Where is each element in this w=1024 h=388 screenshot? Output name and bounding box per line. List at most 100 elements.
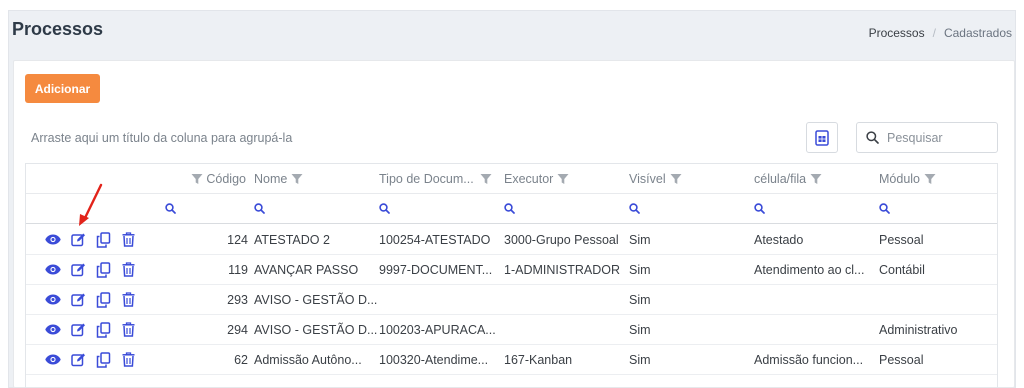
edit-button[interactable] [70, 262, 86, 278]
copy-button[interactable] [95, 231, 111, 248]
column-header-codigo[interactable]: Código [176, 164, 246, 193]
cell-executor: 3000-Grupo Pessoal [504, 232, 619, 247]
page: Processos Processos / Cadastrados Adicio… [0, 0, 1024, 388]
table-row[interactable]: 294 AVISO - GESTÃO D... 100203-APURACA..… [26, 315, 997, 345]
cell-modulo: Pessoal [879, 352, 924, 367]
copy-button[interactable] [95, 321, 111, 338]
funnel-icon[interactable] [670, 173, 682, 185]
view-button[interactable] [45, 292, 61, 308]
filter-cell-celula[interactable] [754, 194, 774, 223]
group-panel-hint[interactable]: Arraste aqui um título da coluna para ag… [31, 131, 292, 145]
cell-visivel: Sim [629, 322, 651, 337]
edit-button[interactable] [70, 352, 86, 368]
search-icon[interactable] [754, 203, 765, 214]
column-header-tipo-documento[interactable]: Tipo de Docum... [379, 164, 503, 193]
cell-tipo-documento: 100320-Atendime... [379, 352, 489, 367]
column-label: Visível [629, 171, 666, 186]
column-label: Tipo de Docum... [379, 171, 474, 186]
filter-cell-nome[interactable] [254, 194, 274, 223]
view-button[interactable] [45, 232, 61, 248]
edit-icon [70, 293, 85, 307]
funnel-icon[interactable] [480, 173, 492, 185]
breadcrumb-separator: / [932, 26, 936, 40]
filter-cell-modulo[interactable] [879, 194, 899, 223]
row-actions [26, 345, 176, 374]
trash-icon [122, 352, 134, 367]
column-label: Nome [254, 171, 288, 186]
cell-visivel: Sim [629, 232, 651, 247]
view-button[interactable] [45, 352, 61, 368]
export-button[interactable] [806, 122, 838, 153]
cell-celula-fila [754, 315, 878, 344]
search-icon[interactable] [879, 203, 890, 214]
column-label: Módulo [879, 171, 920, 186]
delete-button[interactable] [120, 262, 136, 278]
delete-button[interactable] [120, 352, 136, 368]
cell-visivel: Sim [629, 292, 651, 307]
funnel-icon[interactable] [810, 173, 822, 185]
view-button[interactable] [45, 322, 61, 338]
edit-button[interactable] [70, 232, 86, 248]
excel-export-icon [815, 129, 829, 146]
funnel-icon[interactable] [191, 173, 203, 185]
table-row[interactable]: 62 Admissão Autôno... 100320-Atendime...… [26, 345, 997, 375]
copy-button[interactable] [95, 351, 111, 368]
filter-cell-codigo[interactable] [165, 194, 181, 223]
cell-nome: AVANÇAR PASSO [254, 262, 359, 277]
cell-celula-fila: Atendimento ao cl... [754, 262, 865, 277]
edit-button[interactable] [70, 292, 86, 308]
cell-visivel: Sim [629, 352, 651, 367]
search-icon[interactable] [165, 203, 176, 214]
table-row[interactable]: 119 AVANÇAR PASSO 9997-DOCUMENT... 1-ADM… [26, 255, 997, 285]
eye-icon [45, 294, 61, 305]
data-grid: Código Nome Tipo de Docum... Executor Vi… [25, 163, 998, 388]
copy-icon [96, 261, 110, 278]
column-header-nome[interactable]: Nome [254, 164, 378, 193]
copy-icon [96, 291, 110, 308]
delete-button[interactable] [120, 322, 136, 338]
edit-icon [70, 353, 85, 367]
cell-tipo-documento: 9997-DOCUMENT... [379, 262, 493, 277]
copy-button[interactable] [95, 291, 111, 308]
filter-cell-executor[interactable] [504, 194, 524, 223]
column-header-executor[interactable]: Executor [504, 164, 628, 193]
filter-cell-visivel[interactable] [629, 194, 649, 223]
column-header-celula-fila[interactable]: célula/fila [754, 164, 878, 193]
cell-nome: ATESTADO 2 [254, 232, 330, 247]
column-header-visivel[interactable]: Visível [629, 164, 753, 193]
row-actions [26, 315, 176, 344]
search-icon[interactable] [379, 203, 390, 214]
add-button[interactable]: Adicionar [25, 74, 100, 103]
cell-celula-fila: Atestado [754, 232, 804, 247]
search-icon[interactable] [629, 203, 640, 214]
breadcrumb-item-processos[interactable]: Processos [869, 26, 925, 40]
grid-filter-row [26, 194, 997, 224]
cell-codigo: 293 [227, 292, 248, 307]
cell-executor: 1-ADMINISTRADOR [504, 262, 620, 277]
delete-button[interactable] [120, 232, 136, 248]
funnel-icon[interactable] [557, 173, 569, 185]
funnel-icon[interactable] [924, 173, 936, 185]
copy-button[interactable] [95, 261, 111, 278]
cell-modulo [879, 285, 997, 314]
search-icon[interactable] [504, 203, 515, 214]
edit-button[interactable] [70, 322, 86, 338]
edit-icon [70, 263, 85, 277]
trash-icon [122, 292, 134, 307]
delete-button[interactable] [120, 292, 136, 308]
table-row[interactable]: 124 ATESTADO 2 100254-ATESTADO 3000-Grup… [26, 225, 997, 255]
cell-celula-fila [754, 285, 878, 314]
column-header-modulo[interactable]: Módulo [879, 164, 997, 193]
row-actions [26, 255, 176, 284]
funnel-icon[interactable] [291, 173, 303, 185]
trash-icon [122, 262, 134, 277]
column-label: Código [206, 171, 246, 186]
search-icon[interactable] [254, 203, 265, 214]
table-row[interactable]: 293 AVISO - GESTÃO D... Sim [26, 285, 997, 315]
filter-cell-tipo[interactable] [379, 194, 399, 223]
row-actions [26, 285, 176, 314]
cell-codigo: 294 [227, 322, 248, 337]
cell-codigo: 62 [234, 352, 248, 367]
search-input[interactable] [887, 130, 982, 145]
view-button[interactable] [45, 262, 61, 278]
